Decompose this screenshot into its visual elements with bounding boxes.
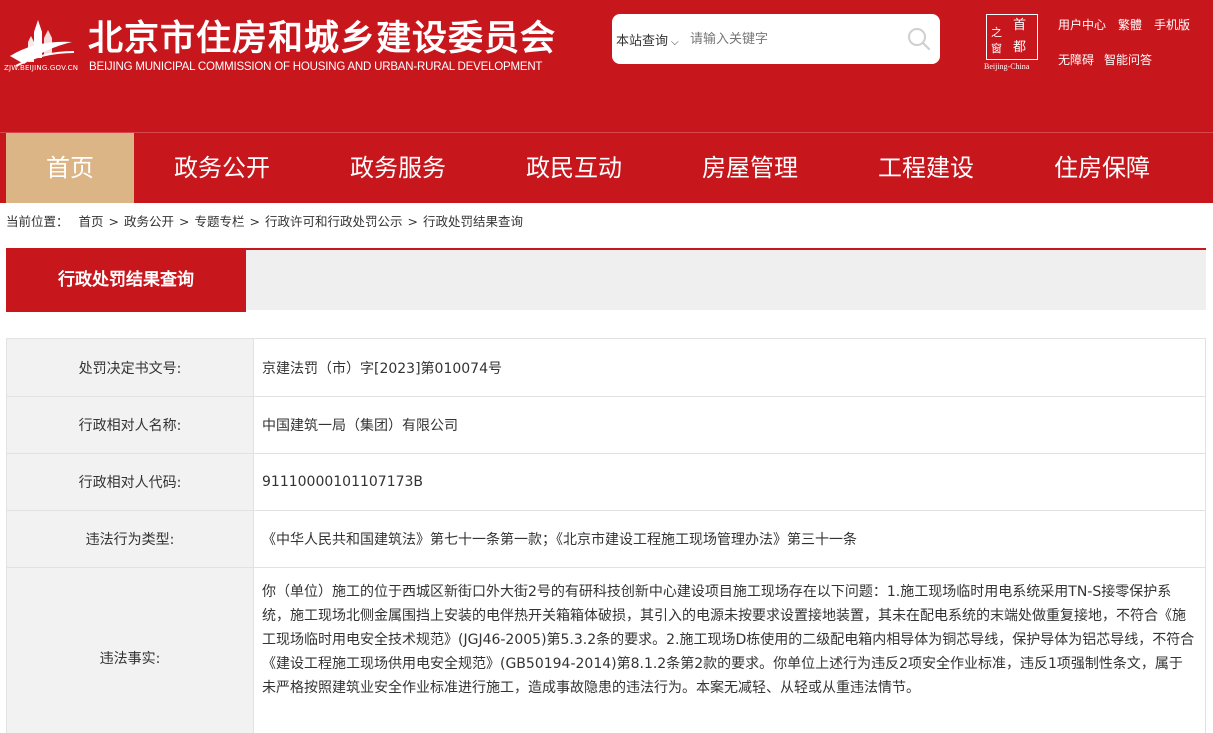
field-value-party-name: 中国建筑一局（集团）有限公司: [253, 396, 1206, 454]
top-links-row-1: 用户中心 繁體 手机版: [1058, 16, 1202, 33]
table-row: 行政相对人代码: 91110000101107173B: [6, 453, 1206, 511]
search-input[interactable]: [690, 27, 890, 51]
section-header: 行政处罚结果查询: [6, 248, 1206, 312]
breadcrumb-separator: >: [179, 214, 190, 229]
field-value-decision-number: 京建法罚（市）字[2023]第010074号: [253, 338, 1206, 397]
user-center-link[interactable]: 用户中心: [1058, 18, 1106, 32]
field-label-party-code: 行政相对人代码:: [6, 453, 254, 511]
field-value-violation-type: 《中华人民共和国建筑法》第七十一条第一款；《北京市建设工程施工现场管理办法》第三…: [253, 510, 1206, 568]
search-scope-select[interactable]: 本站查询 ⌵: [616, 30, 679, 49]
field-label-violation-facts: 违法事实:: [6, 567, 254, 733]
table-row: 处罚决定书文号: 京建法罚（市）字[2023]第010074号: [6, 338, 1206, 397]
breadcrumb-separator: >: [249, 214, 260, 229]
site-subtitle: BEIJING MUNICIPAL COMMISSION OF HOUSING …: [89, 61, 543, 73]
chevron-down-icon: ⌵: [671, 37, 679, 48]
traditional-chinese-link[interactable]: 繁體: [1118, 18, 1142, 32]
site-header: ZJW.BEIJING.GOV.CN 北京市住房和城乡建设委员会 BEIJING…: [0, 0, 1213, 132]
capital-logo-char-1: 首: [1013, 18, 1027, 33]
field-value-violation-facts: 你（单位）施工的位于西城区新街口外大街2号的有研科技创新中心建设项目施工现场存在…: [253, 567, 1206, 733]
nav-item-government-services[interactable]: 政务服务: [324, 133, 472, 203]
capital-logo-char-4: 窗: [991, 42, 1002, 55]
breadcrumb-item-government-affairs[interactable]: 政务公开: [124, 214, 174, 229]
smart-qa-link[interactable]: 智能问答: [1104, 53, 1152, 67]
section-title-tab: 行政处罚结果查询: [6, 248, 246, 312]
breadcrumb: 当前位置： 首页 > 政务公开 > 专题专栏 > 行政许可和行政处罚公示 > 行政处罚结果查询: [6, 211, 523, 230]
field-label-party-name: 行政相对人名称:: [6, 396, 254, 454]
mobile-version-link[interactable]: 手机版: [1154, 18, 1190, 32]
table-row: 行政相对人名称: 中国建筑一局（集团）有限公司: [6, 396, 1206, 454]
breadcrumb-item-special-topics[interactable]: 专题专栏: [195, 214, 245, 229]
search-scope-label: 本站查询: [616, 34, 669, 49]
penalty-detail-table: 处罚决定书文号: 京建法罚（市）字[2023]第010074号 行政相对人名称:…: [6, 338, 1206, 733]
capital-logo-char-3: 之: [991, 26, 1002, 39]
nav-item-construction[interactable]: 工程建设: [852, 133, 1000, 203]
main-nav: 首页 政务公开 政务服务 政民互动 房屋管理 工程建设 住房保障: [0, 132, 1213, 203]
capital-window-logo[interactable]: 首 都 之 窗: [986, 14, 1038, 60]
capital-logo-caption: Beijing-China: [984, 62, 1030, 71]
logo-url-text: ZJW.BEIJING.GOV.CN: [4, 64, 79, 72]
top-links-row-2: 无障碍 智能问答: [1058, 51, 1162, 68]
table-row: 违法事实: 你（单位）施工的位于西城区新街口外大街2号的有研科技创新中心建设项目…: [6, 567, 1206, 733]
field-label-decision-number: 处罚决定书文号:: [6, 338, 254, 397]
breadcrumb-item-home[interactable]: 首页: [79, 214, 104, 229]
nav-item-government-affairs[interactable]: 政务公开: [148, 133, 296, 203]
search-icon[interactable]: [906, 26, 932, 52]
site-title[interactable]: 北京市住房和城乡建设委员会: [88, 10, 556, 61]
nav-item-home[interactable]: 首页: [6, 133, 134, 203]
nav-item-interaction[interactable]: 政民互动: [500, 133, 648, 203]
breadcrumb-item-permits-penalties[interactable]: 行政许可和行政处罚公示: [265, 214, 403, 229]
search-box: 本站查询 ⌵: [612, 14, 940, 64]
field-label-violation-type: 违法行为类型:: [6, 510, 254, 568]
breadcrumb-separator: >: [108, 214, 119, 229]
breadcrumb-prefix: 当前位置：: [6, 214, 69, 229]
capital-logo-char-2: 都: [1013, 40, 1027, 55]
field-value-party-code: 91110000101107173B: [253, 453, 1206, 511]
nav-item-housing-management[interactable]: 房屋管理: [676, 133, 824, 203]
accessibility-link[interactable]: 无障碍: [1058, 53, 1094, 67]
breadcrumb-separator: >: [407, 214, 418, 229]
nav-item-housing-security[interactable]: 住房保障: [1028, 133, 1176, 203]
table-row: 违法行为类型: 《中华人民共和国建筑法》第七十一条第一款；《北京市建设工程施工现…: [6, 510, 1206, 568]
breadcrumb-item-current: 行政处罚结果查询: [423, 214, 524, 229]
